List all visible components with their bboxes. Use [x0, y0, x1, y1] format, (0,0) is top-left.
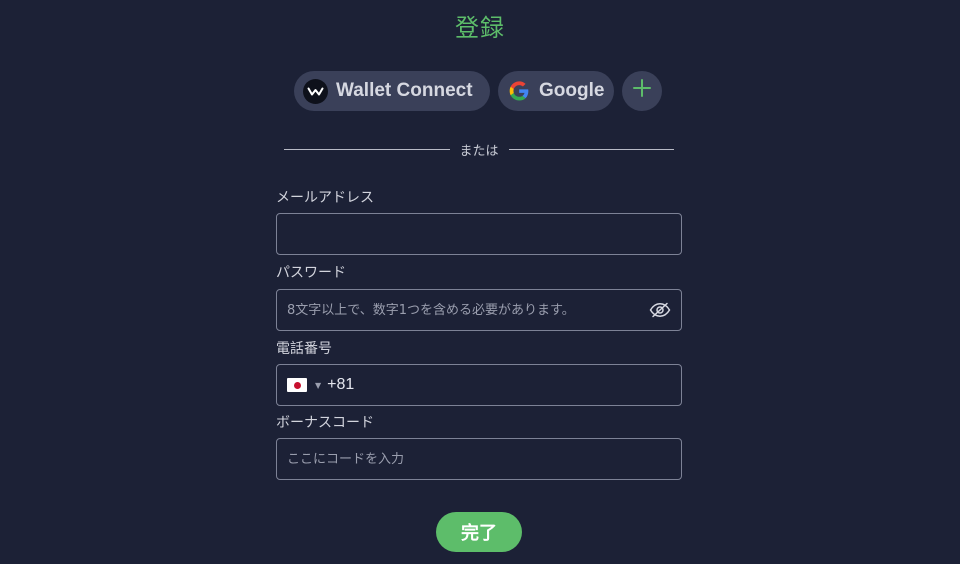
google-icon [506, 79, 531, 104]
wallet-connect-icon [303, 78, 328, 104]
google-label: Google [539, 80, 605, 101]
divider-text: または [459, 144, 499, 159]
phone-label: 電話番号 [276, 341, 332, 357]
wallet-connect-label: Wallet Connect [336, 80, 473, 101]
bonus-code-field-wrapper [276, 438, 682, 480]
google-login-button[interactable]: Google [498, 71, 614, 111]
more-login-options-button[interactable] [622, 71, 662, 111]
phone-field-wrapper: ▼ +81 [276, 364, 682, 406]
or-divider: または [284, 140, 675, 159]
bonus-code-field[interactable] [287, 451, 671, 467]
eye-icon[interactable] [649, 302, 671, 318]
social-login-row: Wallet Connect Google [294, 71, 662, 111]
page-title: 登録 [455, 14, 505, 42]
japan-flag-icon[interactable] [287, 378, 307, 392]
email-field-wrapper [276, 213, 682, 255]
wallet-connect-button[interactable]: Wallet Connect [294, 71, 490, 111]
email-field[interactable] [287, 226, 671, 242]
divider-line-left [284, 149, 450, 150]
country-dropdown-caret-icon[interactable]: ▼ [315, 381, 321, 390]
bonus-code-label: ボーナスコード [276, 415, 374, 431]
password-field[interactable] [287, 302, 649, 318]
email-label: メールアドレス [276, 190, 374, 206]
dial-code: +81 [327, 376, 355, 393]
submit-button[interactable]: 完了 [436, 512, 522, 552]
divider-line-right [508, 149, 675, 150]
password-field-wrapper [276, 289, 682, 331]
phone-field[interactable] [358, 377, 671, 393]
password-label: パスワード [276, 265, 346, 281]
registration-page: 登録 Wallet Connect Google または メールアドレス パスワ… [0, 0, 960, 564]
plus-icon [632, 78, 652, 104]
